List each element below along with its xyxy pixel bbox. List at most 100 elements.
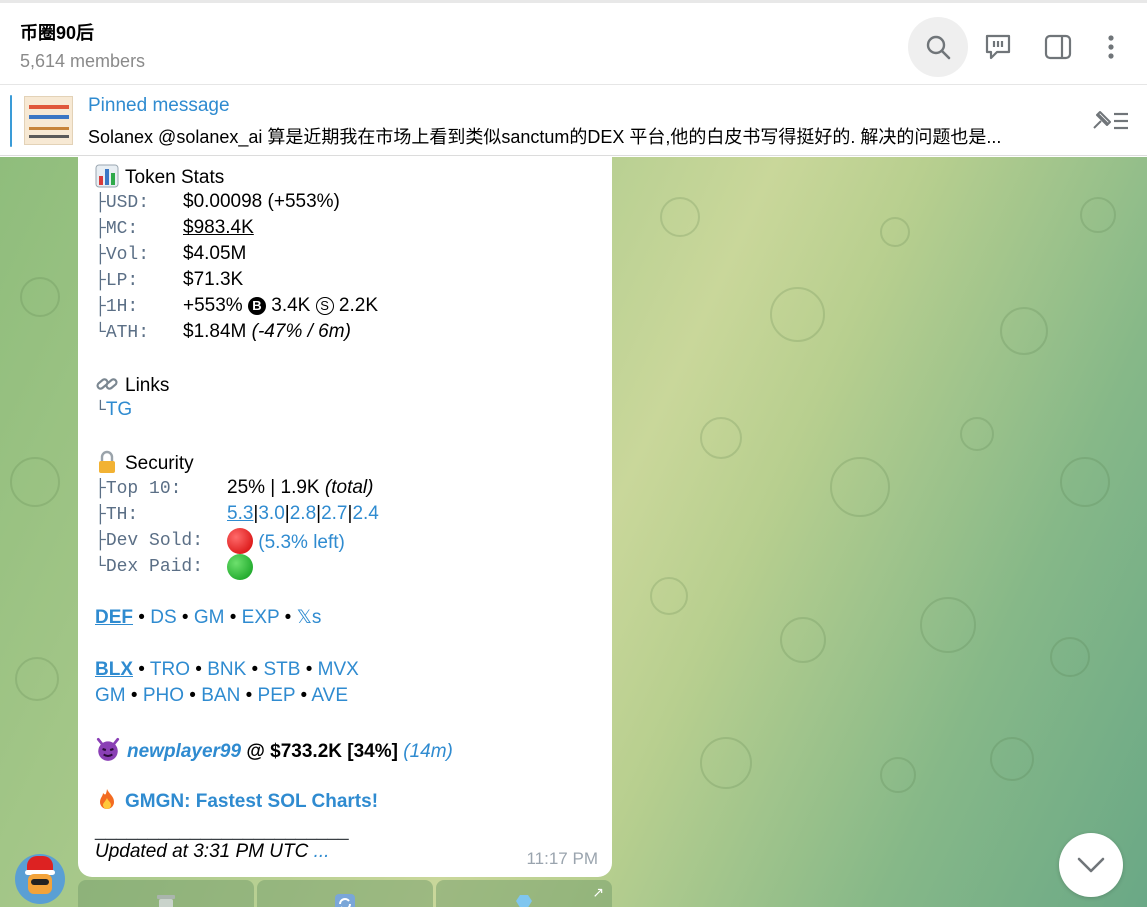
1h-label: 1H: [105,297,139,317]
top10-value: 25% | 1.9K [227,477,320,498]
security-title: Security [125,453,194,474]
link-gm2[interactable]: GM [95,685,126,706]
ath-label: ATH: [105,323,150,343]
link-stb[interactable]: STB [264,659,301,680]
dex-paid-label: Dex Paid: [105,557,204,577]
usd-label: USD: [105,193,150,213]
link-ds[interactable]: DS [150,607,176,628]
links-heading: Links [95,372,169,396]
inline-button-gem[interactable]: ↗ [436,880,612,907]
link-gm[interactable]: GM [194,607,225,628]
pinned-title: Pinned message [88,95,230,116]
reactions-button[interactable] [968,17,1028,77]
top10-row: ├Top 10: 25% | 1.9K (total) [95,477,374,499]
th-value[interactable]: 2.4 [352,503,378,524]
vol-row: ├Vol: $4.05M [95,243,247,265]
inline-button-trash[interactable] [78,880,254,907]
usd-change: (+553%) [267,191,340,212]
search-icon [926,35,951,60]
usd-value: $0.00098 [183,191,263,212]
lp-value: $71.3K [183,269,244,290]
bar-chart-icon [95,164,119,188]
1h-change: +553% [183,295,243,316]
link-pho[interactable]: PHO [143,685,184,706]
lp-row: ├LP: $71.3K [95,269,244,291]
link-pep[interactable]: PEP [258,685,296,706]
pinned-list-button[interactable] [1088,108,1130,139]
link-row-2: BLX • TRO • BNK • STB • MVX [95,659,359,680]
player-row: newplayer99 @ $733.2K [34%] (14m) [95,736,453,762]
promo-row: GMGN: Fastest SOL Charts! [95,788,378,812]
message-bubble[interactable]: Token Stats ├USD: $0.00098 (+553%) ├MC: … [78,157,612,877]
player-ago[interactable]: (14m) [403,741,453,762]
link-mvx[interactable]: MVX [318,659,359,680]
pinned-indicator [10,95,12,147]
lock-icon [99,450,115,473]
tg-row: └TG [95,399,133,421]
top10-label: Top 10: [105,479,182,499]
link-ave[interactable]: AVE [311,685,348,706]
chat-title[interactable]: 币圈90后 [20,19,94,45]
refresh-icon [335,894,355,907]
th-value[interactable]: 2.8 [290,503,316,524]
inline-button-refresh[interactable] [257,880,433,907]
mc-value[interactable]: $983.4K [183,216,254,240]
link-ban[interactable]: BAN [201,685,240,706]
th-row: ├TH: 5.3|3.0|2.8|2.7|2.4 [95,503,379,525]
more-button[interactable] [1083,17,1139,77]
link-icon [96,378,118,390]
vol-label: Vol: [105,245,150,265]
sender-avatar[interactable] [15,854,65,904]
sidebar-icon [1044,34,1072,60]
top10-note: (total) [324,477,374,498]
th-value[interactable]: 3.0 [258,503,284,524]
token-stats-heading: Token Stats [95,164,224,188]
link-row-1: DEF • DS • GM • EXP • 𝕏s [95,607,322,628]
toggle-sidebar-button[interactable] [1028,17,1088,77]
red-circle-icon [227,528,253,554]
dev-sold-value[interactable]: (5.3% left) [258,532,345,553]
pinned-list-icon [1093,111,1128,130]
token-stats-title: Token Stats [125,167,225,188]
ath-note: (-47% / 6m) [251,321,351,342]
updated-row: Updated at 3:31 PM UTC ... [95,840,329,864]
member-count: 5,614 members [20,51,146,71]
link-def[interactable]: DEF [95,607,133,628]
mc-row: ├MC: $983.4K [95,217,254,239]
pinned-message-bar[interactable]: Pinned message Solanex @solanex_ai 算是近期我… [0,84,1147,156]
lp-label: LP: [105,271,139,291]
updated-more[interactable]: ... [314,841,330,862]
gem-icon [516,895,532,907]
1h-row: ├1H: +553% B 3.4K S 2.2K [95,295,379,317]
links-title: Links [125,375,170,396]
mc-label: MC: [105,219,139,239]
th-value[interactable]: 5.3 [227,503,253,524]
th-value[interactable]: 2.7 [321,503,347,524]
link-exp[interactable]: EXP [242,607,280,628]
vol-value: $4.05M [183,243,247,264]
th-label: TH: [105,505,139,525]
1h-buy: 3.4K [271,295,311,316]
more-icon [1108,35,1114,59]
trash-icon [157,895,175,907]
external-arrow-icon: ↗ [592,884,604,900]
scroll-down-button[interactable] [1059,833,1123,897]
link-xs[interactable]: 𝕏s [297,607,322,628]
reactions-icon [985,34,1011,60]
player-value: @ $733.2K [34%] [246,741,398,762]
dev-sold-label: Dev Sold: [105,531,204,551]
message-time: 11:17 PM [526,849,598,868]
tg-link[interactable]: TG [106,399,132,420]
player-name[interactable]: newplayer99 [127,741,241,762]
link-blx[interactable]: BLX [95,659,133,680]
link-tro[interactable]: TRO [150,659,190,680]
1h-sell: 2.2K [338,295,379,316]
green-circle-icon [227,554,253,580]
pinned-text: Solanex @solanex_ai 算是近期我在市场上看到类似sanctum… [88,127,1002,147]
promo-link[interactable]: GMGN: Fastest SOL Charts! [125,791,378,812]
sell-icon: S [315,297,334,315]
link-row-3: GM • PHO • BAN • PEP • AVE [95,685,348,706]
link-bnk[interactable]: BNK [207,659,246,680]
chat-header: 币圈90后 5,614 members [0,0,1147,84]
search-button[interactable] [908,17,968,77]
